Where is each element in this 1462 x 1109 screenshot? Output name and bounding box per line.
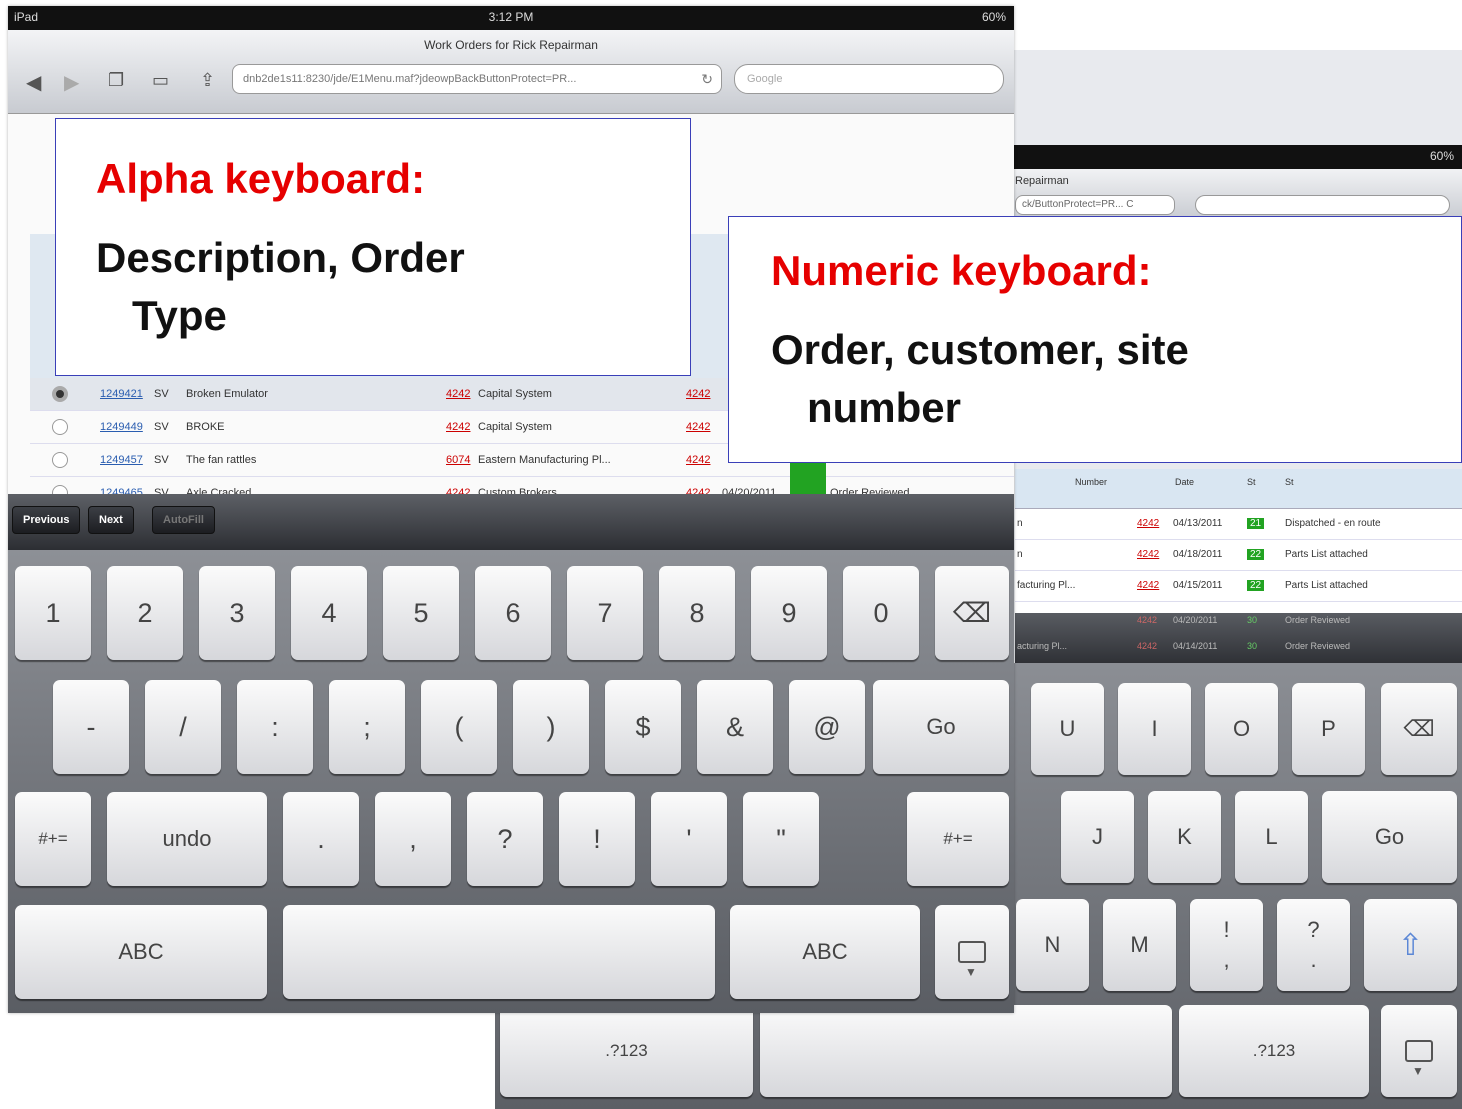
table-row[interactable]: n 4242 04/13/2011 21 Dispatched - en rou… (1015, 509, 1462, 540)
key-colon[interactable]: : (237, 680, 313, 774)
key-j[interactable]: J (1061, 791, 1134, 883)
page-title: Work Orders for Rick Repairman (424, 38, 598, 52)
backspace-key[interactable]: ⌫ (1381, 683, 1457, 775)
key-exclaim[interactable]: ! (559, 792, 635, 886)
previous-button[interactable]: Previous (12, 506, 81, 534)
search-field[interactable]: Google (734, 64, 1004, 94)
table-header: Number Date St St (1015, 469, 1462, 509)
key-6[interactable]: 6 (475, 566, 551, 660)
autofill-button[interactable]: AutoFill (152, 506, 215, 534)
share-icon[interactable]: ⇪ (200, 70, 215, 91)
keyboard-dismiss-icon (1405, 1040, 1433, 1078)
row-radio[interactable] (52, 386, 68, 402)
row-radio[interactable] (52, 419, 68, 435)
column-header: St (1285, 477, 1294, 487)
key-dollar[interactable]: $ (605, 680, 681, 774)
address-bar[interactable]: ck/ButtonProtect=PR... C (1015, 195, 1175, 215)
key-k[interactable]: K (1148, 791, 1221, 883)
key-period[interactable]: . (283, 792, 359, 886)
space-key[interactable] (760, 1005, 1172, 1097)
alpha-keyboard-callout: Alpha keyboard: Description, Order Type (55, 118, 691, 376)
forward-arrow-icon[interactable]: ▶ (64, 70, 79, 95)
keyboard-accessory-bar: Previous Next AutoFill (8, 494, 1014, 550)
browser-toolbar: Work Orders for Rick Repairman ◀ ▶ ❐ ▭ ⇪… (8, 30, 1014, 114)
key-4[interactable]: 4 (291, 566, 367, 660)
table-row[interactable]: n 4242 04/18/2011 22 Parts List attached (1015, 540, 1462, 571)
key-slash[interactable]: / (145, 680, 221, 774)
next-button[interactable]: Next (88, 506, 134, 534)
key-question[interactable]: ? (467, 792, 543, 886)
key-n[interactable]: N (1016, 899, 1089, 991)
key-quote[interactable]: " (743, 792, 819, 886)
key-l[interactable]: L (1235, 791, 1308, 883)
key-7[interactable]: 7 (567, 566, 643, 660)
key-0[interactable]: 0 (843, 566, 919, 660)
key-9[interactable]: 9 (751, 566, 827, 660)
key-1[interactable]: 1 (15, 566, 91, 660)
clock: 3:12 PM (488, 10, 534, 24)
callout-body: Order, customer, site number (771, 326, 1189, 431)
key-question-period[interactable]: ?. (1277, 899, 1350, 991)
symbols-key[interactable]: #+= (907, 792, 1009, 886)
work-order-table: Number Date St St n 4242 04/13/2011 21 D… (1015, 469, 1462, 619)
key-comma[interactable]: , (375, 792, 451, 886)
backspace-icon: ⌫ (952, 597, 992, 628)
numeric-keyboard: 1 2 3 4 5 6 7 8 9 0 ⌫ - / : ; ( ) $ & @ … (8, 550, 1014, 1013)
column-header: St (1247, 477, 1256, 487)
key-at[interactable]: @ (789, 680, 865, 774)
key-open-paren[interactable]: ( (421, 680, 497, 774)
backspace-key[interactable]: ⌫ (935, 566, 1009, 660)
bookmarks-icon[interactable]: ▭ (152, 70, 169, 91)
go-key[interactable]: Go (873, 680, 1009, 774)
tabs-icon[interactable]: ❐ (108, 70, 124, 91)
shift-key[interactable]: ⇧ (1364, 899, 1457, 991)
search-field[interactable] (1195, 195, 1450, 215)
back-arrow-icon[interactable]: ◀ (26, 70, 41, 95)
page-title: Repairman (1015, 175, 1069, 187)
key-p[interactable]: P (1292, 683, 1365, 775)
abc-key[interactable]: ABC (15, 905, 267, 999)
key-close-paren[interactable]: ) (513, 680, 589, 774)
callout-title: Numeric keyboard: (771, 247, 1152, 294)
numbers-key[interactable]: .?123 (1179, 1005, 1369, 1097)
go-key[interactable]: Go (1322, 791, 1457, 883)
key-m[interactable]: M (1103, 899, 1176, 991)
symbols-key[interactable]: #+= (15, 792, 91, 886)
address-bar[interactable]: dnb2de1s11:8230/jde/E1Menu.maf?jdeowpBac… (232, 64, 722, 94)
hide-keyboard-key[interactable] (935, 905, 1009, 999)
reload-icon[interactable]: ↻ (701, 71, 713, 88)
abc-key[interactable]: ABC (730, 905, 920, 999)
key-apostrophe[interactable]: ' (651, 792, 727, 886)
row-radio[interactable] (52, 452, 68, 468)
status-bar: iPad 3:12 PM 60% (8, 6, 1014, 30)
key-i[interactable]: I (1118, 683, 1191, 775)
shift-icon: ⇧ (1397, 928, 1424, 962)
column-header: Number (1075, 477, 1108, 487)
key-2[interactable]: 2 (107, 566, 183, 660)
numeric-keyboard-callout: Numeric keyboard: Order, customer, site … (728, 216, 1462, 463)
callout-body: Description, Order Type (96, 234, 465, 339)
callout-title: Alpha keyboard: (96, 155, 426, 202)
keyboard-accessory-bar: 4242 04/20/2011 30 Order Reviewed acturi… (1015, 613, 1462, 663)
key-exclaim-comma[interactable]: !, (1190, 899, 1263, 991)
key-u[interactable]: U (1031, 683, 1104, 775)
key-hyphen[interactable]: - (53, 680, 129, 774)
key-3[interactable]: 3 (199, 566, 275, 660)
key-8[interactable]: 8 (659, 566, 735, 660)
undo-key[interactable]: undo (107, 792, 267, 886)
space-key[interactable] (283, 905, 715, 999)
battery-indicator: 60% (981, 10, 1006, 24)
key-semicolon[interactable]: ; (329, 680, 405, 774)
key-5[interactable]: 5 (383, 566, 459, 660)
table-row[interactable]: facturing Pl... 4242 04/15/2011 22 Parts… (1015, 571, 1462, 602)
key-ampersand[interactable]: & (697, 680, 773, 774)
key-o[interactable]: O (1205, 683, 1278, 775)
backspace-icon: ⌫ (1403, 716, 1435, 741)
numbers-key[interactable]: .?123 (500, 1005, 753, 1097)
hide-keyboard-key[interactable] (1381, 1005, 1457, 1097)
battery-indicator: 60% (1429, 149, 1454, 163)
column-header: Date (1175, 477, 1195, 487)
keyboard-dismiss-icon (958, 941, 986, 979)
